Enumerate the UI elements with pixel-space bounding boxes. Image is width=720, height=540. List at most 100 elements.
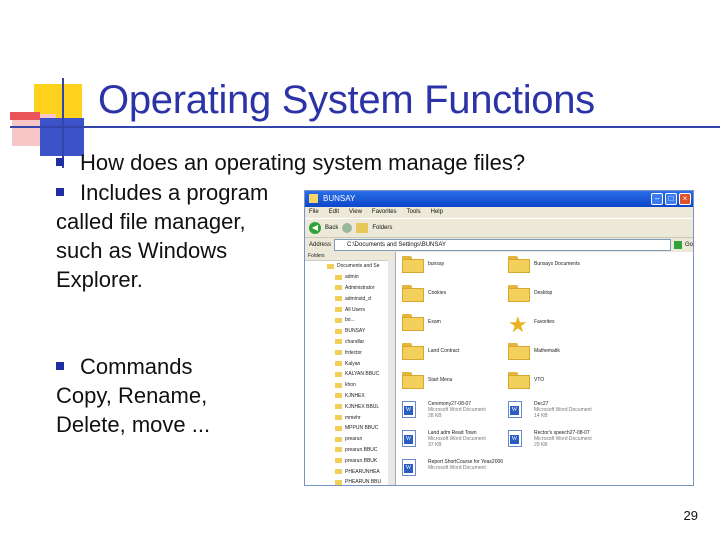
menu-help[interactable]: Help: [431, 207, 443, 218]
file-item[interactable]: Bunsays Documents: [508, 256, 608, 282]
file-item[interactable]: VTO: [508, 372, 608, 398]
word-doc-icon: W: [402, 401, 416, 418]
tree-item[interactable]: prearun.BBUC: [305, 445, 395, 456]
tree-item[interactable]: frdector: [305, 347, 395, 358]
go-arrow-icon[interactable]: [673, 241, 682, 249]
file-name: Mathematik: [534, 348, 560, 354]
tree-item[interactable]: BUNSAY: [305, 326, 395, 337]
menu-tools[interactable]: Tools: [407, 207, 421, 218]
tree-scrollbar[interactable]: [388, 260, 395, 485]
bullet-3-line-3: Delete, move ...: [56, 412, 211, 437]
file-name: VTO: [534, 377, 545, 383]
file-item[interactable]: Mathematik: [508, 343, 608, 369]
tree-item[interactable]: PHEARUNHEA: [305, 466, 395, 477]
tree-item[interactable]: KALYAN BBUC: [305, 369, 395, 380]
tree-item[interactable]: adminstd_d: [305, 293, 395, 304]
forward-arrow-icon[interactable]: [342, 223, 353, 233]
folders-icon[interactable]: [356, 223, 369, 233]
file-item[interactable]: Land Contract: [402, 343, 502, 369]
file-item[interactable]: W Dec27 Microsoft Word Document 14 KB: [508, 401, 608, 427]
tree-item[interactable]: MPPUN BBUC: [305, 423, 395, 434]
tree-item-label: BUNSAY: [345, 328, 366, 335]
file-item[interactable]: W Rector's speech27-08-07 Microsoft Word D…: [508, 430, 608, 456]
tree-item[interactable]: khon: [305, 380, 395, 391]
menu-file[interactable]: File: [309, 207, 319, 218]
files-view: bunsay Bunsays Documents Cookies Desktop Exa…: [396, 252, 693, 485]
tree-item[interactable]: KJNHEX: [305, 391, 395, 402]
file-type: Microsoft Word Document: [428, 465, 486, 471]
file-item[interactable]: ★ Favorites: [508, 314, 608, 340]
tree-item[interactable]: mmehr: [305, 412, 395, 423]
star-icon: ★: [508, 312, 528, 337]
tree-item-label: Administrator: [345, 284, 375, 291]
bullet-3-line-2: Copy, Rename,: [56, 383, 208, 408]
menu-view[interactable]: View: [349, 207, 362, 218]
file-name: Cookies: [428, 290, 447, 296]
folder-icon: [402, 343, 424, 360]
file-name: Exam: [428, 319, 441, 325]
folders-pane-header: Folders: [305, 252, 395, 261]
folder-icon: [402, 372, 424, 389]
tree-item[interactable]: prearun: [305, 434, 395, 445]
tree-item[interactable]: PHEARUN BBU: [305, 477, 395, 485]
folder-icon: [335, 447, 342, 453]
bullet-1-text: How does an operating system manage file…: [80, 150, 526, 175]
bullet-square-icon: [56, 188, 64, 197]
bullet-2-text: Includes a program: [80, 180, 269, 205]
file-item[interactable]: W Ceremony27-08-07 Microsoft Word Document…: [402, 401, 502, 427]
tree-item-label: Documents and Se: [337, 263, 380, 270]
file-item[interactable]: Exam: [402, 314, 502, 340]
file-item[interactable]: bunsay: [402, 256, 502, 282]
file-name: Start Menu: [428, 377, 453, 383]
folder-icon: [335, 285, 342, 291]
bullet-3-text: Commands: [80, 354, 193, 379]
file-name: Desktop: [534, 290, 553, 296]
folders-tree-pane: Folders Documents and Se admin Administrat…: [305, 252, 396, 485]
folders-button[interactable]: Folders: [372, 225, 392, 231]
go-button[interactable]: Go: [685, 242, 693, 248]
folder-icon: [335, 296, 342, 302]
word-doc-icon: W: [402, 459, 416, 476]
tree-item-label: mmehr: [345, 414, 361, 421]
bullet-2: Includes a program called file manager, …: [56, 178, 268, 294]
tree-item-label: khon: [345, 382, 356, 389]
tree-item[interactable]: chandlar: [305, 337, 395, 348]
folder-icon: [335, 274, 342, 280]
file-item[interactable]: Cookies: [402, 285, 502, 311]
folder-icon: [335, 350, 342, 356]
slide-title: Operating System Functions: [98, 78, 595, 122]
menu-favorites[interactable]: Favorites: [372, 207, 397, 218]
folder-icon: [335, 425, 342, 431]
file-item[interactable]: Desktop: [508, 285, 608, 311]
tree-item[interactable]: KJNHEX BBUL: [305, 401, 395, 412]
tree-item[interactable]: admin: [305, 272, 395, 283]
bullet-square-icon: [56, 362, 64, 371]
back-arrow-icon[interactable]: ◀: [309, 222, 321, 234]
maximize-button[interactable]: □: [665, 193, 677, 205]
file-item[interactable]: W Report ShortCourse for Yeas2006 Microsof…: [402, 459, 503, 485]
folder-icon: [508, 343, 530, 360]
tree-item[interactable]: All Users: [305, 304, 395, 315]
file-item[interactable]: Start Menu: [402, 372, 502, 398]
menu-bar: File Edit View Favorites Tools Help: [305, 207, 693, 218]
menu-edit[interactable]: Edit: [329, 207, 339, 218]
folder-icon: [335, 307, 342, 313]
minimize-button[interactable]: –: [651, 193, 663, 205]
tree-item[interactable]: Documents and Se: [305, 261, 395, 272]
tree-item-label: prearun: [345, 436, 363, 443]
address-label: Address: [309, 242, 332, 248]
file-name: Bunsays Documents: [534, 261, 580, 267]
window-controls: – □ ×: [651, 193, 691, 205]
tree-item[interactable]: prearun.BBUK: [305, 455, 395, 466]
back-button[interactable]: Back: [325, 225, 338, 231]
tree-item[interactable]: bo...: [305, 315, 395, 326]
folder-tree: Documents and Se admin Administrator admins…: [305, 261, 395, 485]
file-size: 37 KB: [428, 442, 442, 448]
close-button[interactable]: ×: [679, 193, 691, 205]
file-item[interactable]: W Land adm Read Town Microsoft Word Docume…: [402, 430, 502, 456]
tree-item-label: prearun.BBUC: [345, 446, 378, 453]
bullet-2-line-2: called file manager,: [56, 209, 246, 234]
address-input[interactable]: C:\Documents and Settings\BUNSAY: [334, 239, 671, 251]
tree-item[interactable]: Kalyan: [305, 358, 395, 369]
tree-item[interactable]: Administrator: [305, 283, 395, 294]
